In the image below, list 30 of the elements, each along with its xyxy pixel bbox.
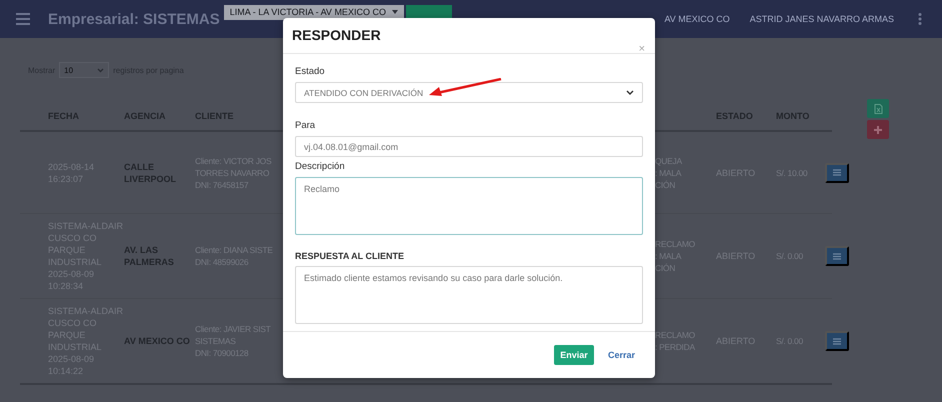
spreadsheet-icon: [874, 104, 882, 114]
page-length-select[interactable]: 10: [59, 62, 110, 78]
modal-title: RESPONDER: [292, 27, 381, 43]
options-button[interactable]: [825, 331, 849, 351]
menu-icon[interactable]: [16, 13, 30, 25]
input-field[interactable]: vj.04.08.01@gmail.com: [295, 136, 643, 157]
field-label: RESPUESTA AL CLIENTE: [295, 251, 406, 261]
agency-name: AV MEXICO CO: [664, 14, 730, 24]
send-button[interactable]: Enviar: [554, 345, 594, 365]
options-button[interactable]: [825, 162, 849, 182]
app-title: Empresarial: SISTEMAS: [48, 10, 220, 28]
menu-icon: [833, 338, 841, 344]
branch-select[interactable]: LIMA - LA VICTORIA - AV MEXICO CO: [224, 5, 404, 20]
menu-icon: [833, 252, 841, 260]
estado-select[interactable]: ATENDIDO CON DERIVACIÓN: [295, 82, 643, 103]
field-label: Estado: [295, 66, 326, 77]
more-icon[interactable]: [918, 13, 922, 25]
caret-icon: [392, 10, 398, 14]
field-label: Descripción: [295, 161, 346, 172]
user-name[interactable]: ASTRID JANES NAVARRO ARMAS: [750, 14, 894, 24]
field-label: Para: [295, 120, 316, 131]
close-link[interactable]: Cerrar: [608, 350, 635, 360]
chevron-icon: [626, 90, 634, 95]
chevron-icon: [97, 68, 104, 72]
close-button[interactable]: ×: [638, 43, 645, 55]
text-area[interactable]: Reclamo: [295, 177, 643, 235]
text-area[interactable]: Estimado cliente estamos revisando su caso para darle solución.: [295, 266, 643, 324]
options-button[interactable]: [825, 246, 849, 266]
menu-icon: [833, 169, 841, 176]
plus-icon: [874, 126, 882, 134]
